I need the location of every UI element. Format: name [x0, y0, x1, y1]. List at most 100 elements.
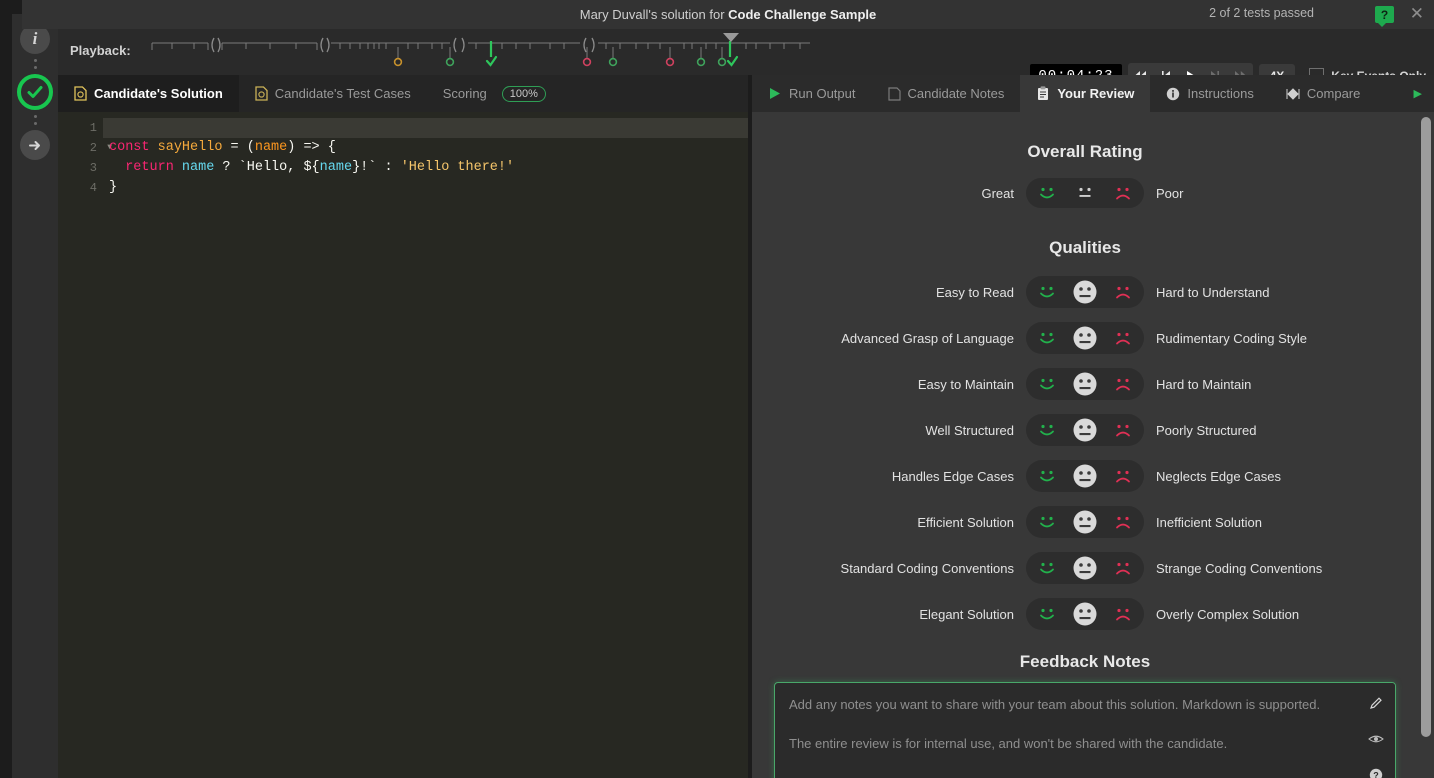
quality-right-label: Rudimentary Coding Style	[1156, 330, 1308, 346]
quality-right-label: Hard to Understand	[1156, 284, 1270, 300]
quality-row: Handles Edge Cases Neglects Edge Cases	[752, 460, 1418, 492]
file-code-icon	[255, 86, 268, 101]
rating-face-neutral[interactable]	[1070, 180, 1100, 206]
window-title-bar: Mary Duvall's solution for Code Challeng…	[22, 0, 1434, 29]
scoring-badge: 100%	[501, 85, 546, 102]
play-icon	[768, 87, 782, 100]
neutral-face-icon-selected	[1073, 602, 1097, 626]
tab-run-output[interactable]: Run Output	[752, 75, 872, 112]
smile-face-icon	[1040, 378, 1054, 390]
feedback-notes-textarea[interactable]: Add any notes you want to share with you…	[775, 683, 1357, 778]
rating-face-good[interactable]	[1032, 371, 1062, 397]
frown-face-icon	[1116, 608, 1130, 621]
code-line: }	[109, 180, 118, 195]
rating-face-poor[interactable]	[1108, 463, 1138, 489]
quality-row: Advanced Grasp of Language Rudimentary Co…	[752, 322, 1418, 354]
tab-label: Candidate's Test Cases	[274, 86, 411, 101]
rating-face-neutral[interactable]	[1070, 509, 1100, 535]
rating-face-neutral[interactable]	[1070, 325, 1100, 351]
quality-right-label: Hard to Maintain	[1156, 376, 1252, 392]
neutral-face-icon-selected	[1073, 372, 1097, 396]
rail-dot	[33, 59, 37, 62]
quality-row: Elegant Solution Overly Complex Solution	[752, 598, 1418, 630]
tab-instructions[interactable]: Instructions	[1150, 75, 1269, 112]
rating-face-neutral[interactable]	[1070, 279, 1100, 305]
quality-right-label: Inefficient Solution	[1156, 514, 1262, 530]
code-content[interactable]: const sayHello = (name) => { return name…	[103, 112, 748, 778]
rating-face-poor[interactable]	[1108, 417, 1138, 443]
line-number: 2 ▼	[58, 138, 112, 158]
smile-face-icon	[1040, 424, 1054, 436]
rating-face-poor[interactable]	[1108, 279, 1138, 305]
rating-face-good[interactable]	[1032, 463, 1062, 489]
arrow-right-icon[interactable]	[20, 130, 50, 160]
eye-icon[interactable]	[1368, 729, 1384, 749]
rating-face-good[interactable]	[1032, 555, 1062, 581]
pencil-icon[interactable]	[1369, 693, 1383, 713]
rating-face-good[interactable]	[1032, 601, 1062, 627]
rail-dot	[33, 115, 37, 118]
rating-face-good[interactable]	[1032, 509, 1062, 535]
quality-row: Well Structured Poorly Structured	[752, 414, 1418, 446]
rating-face-poor[interactable]	[1108, 555, 1138, 581]
info-glyph	[1167, 87, 1180, 100]
review-scrollbar[interactable]	[1421, 117, 1431, 766]
frown-face-icon	[1116, 187, 1130, 200]
tab-scoring[interactable]: Scoring 100%	[427, 75, 562, 112]
neutral-face-icon	[1079, 187, 1091, 197]
review-scrollbar-thumb[interactable]	[1421, 117, 1431, 737]
tab-your-review[interactable]: Your Review	[1020, 75, 1151, 112]
quality-rating-faces	[1026, 322, 1144, 354]
code-line: const sayHello = (name) => {	[109, 140, 336, 155]
timeline-ruler	[151, 33, 810, 67]
rating-face-good[interactable]	[1032, 325, 1062, 351]
window-title-prefix: Mary Duvall's solution for	[579, 7, 729, 22]
neutral-face-icon-selected	[1073, 510, 1097, 534]
rating-face-neutral[interactable]	[1070, 417, 1100, 443]
frown-face-icon	[1116, 332, 1130, 345]
code-editor[interactable]: 1 2 ▼ 3 4 const sayHello = (name) => { re…	[58, 112, 748, 778]
overall-rating-row: Great Poor	[752, 178, 1418, 208]
quality-rating-faces	[1026, 276, 1144, 308]
rating-face-poor[interactable]	[1108, 371, 1138, 397]
rating-face-good[interactable]	[1032, 417, 1062, 443]
qualities-title: Qualities	[1049, 238, 1121, 257]
tab-label: Instructions	[1187, 86, 1254, 101]
quality-left-label: Elegant Solution	[919, 606, 1014, 622]
feedback-placeholder-line-1: Add any notes you want to share with you…	[789, 697, 1321, 712]
quality-right-label: Strange Coding Conventions	[1156, 560, 1323, 576]
rating-face-good[interactable]	[1032, 180, 1062, 206]
quality-row: Easy to Read Hard to Understand	[752, 276, 1418, 308]
rating-face-neutral[interactable]	[1070, 601, 1100, 627]
rating-face-neutral[interactable]	[1070, 555, 1100, 581]
quality-rating-faces	[1026, 506, 1144, 538]
frown-face-icon	[1116, 378, 1130, 391]
help-icon[interactable]: ?	[1369, 765, 1383, 778]
tab-candidate-notes[interactable]: Candidate Notes	[872, 75, 1021, 112]
rating-face-neutral[interactable]	[1070, 371, 1100, 397]
rating-face-poor[interactable]	[1108, 509, 1138, 535]
feedback-notes-editor[interactable]: Add any notes you want to share with you…	[774, 682, 1396, 778]
tab-candidates-test-cases[interactable]: Candidate's Test Cases	[239, 75, 427, 112]
help-icon[interactable]: ?	[1375, 6, 1394, 27]
rating-face-poor[interactable]	[1108, 325, 1138, 351]
rating-face-neutral[interactable]	[1070, 463, 1100, 489]
overall-rating-left-label: Great	[981, 185, 1014, 201]
tabstrip-scroll-right-icon[interactable]: ▶	[1402, 75, 1434, 112]
left-rail-icons: i	[12, 14, 58, 160]
rating-face-poor[interactable]	[1108, 180, 1138, 206]
quality-left-label: Easy to Read	[935, 284, 1014, 300]
quality-rating-faces	[1026, 460, 1144, 492]
quality-left-label: Efficient Solution	[917, 514, 1014, 530]
clipboard-icon	[1036, 86, 1050, 101]
overall-rating-title: Overall Rating	[1027, 142, 1143, 161]
help-glyph: ?	[1369, 768, 1383, 778]
rating-face-poor[interactable]	[1108, 601, 1138, 627]
note-icon	[887, 86, 901, 101]
rating-face-good[interactable]	[1032, 279, 1062, 305]
close-icon[interactable]: ✕	[1410, 5, 1424, 22]
playback-timeline[interactable]	[150, 33, 812, 75]
check-circle-icon[interactable]	[17, 74, 53, 110]
tab-candidates-solution[interactable]: Candidate's Solution	[58, 75, 239, 112]
tab-compare[interactable]: Compare	[1270, 75, 1376, 112]
